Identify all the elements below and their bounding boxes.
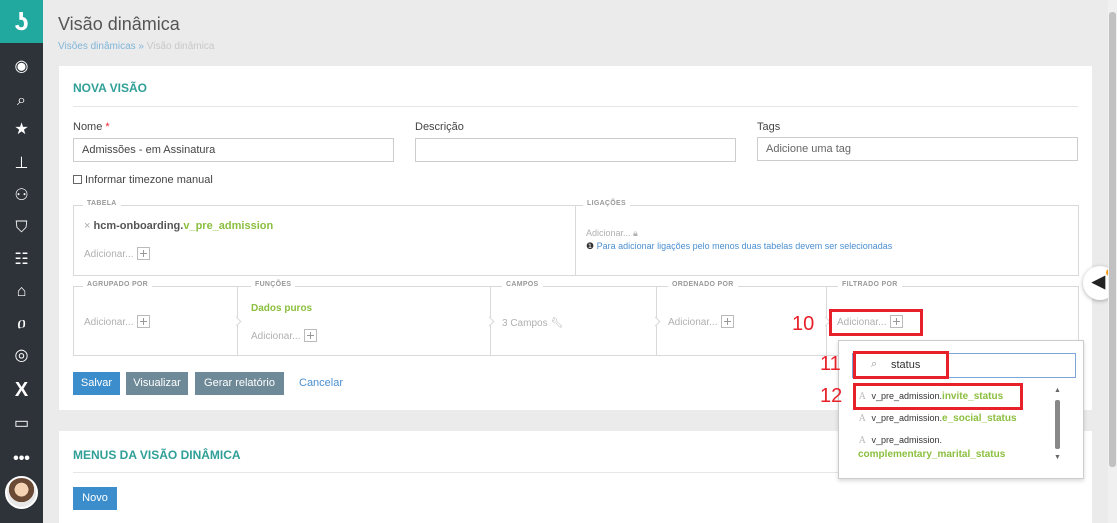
dropdown-item[interactable]: Av_pre_admission.e_social_status xyxy=(859,413,1017,424)
plus-icon xyxy=(137,315,151,328)
ligacoes-info: ❶ Para adicionar ligações pelo menos dua… xyxy=(586,241,893,251)
users-icon[interactable]: ⚇ xyxy=(0,183,43,209)
annotation-marker-12: 12 xyxy=(820,385,843,407)
monitor-icon[interactable]: ▭ xyxy=(0,411,43,437)
section-title-menus: MENUS DA VISÃO DINÂMICA xyxy=(73,448,241,462)
filtrado-legend: FILTRADO POR xyxy=(838,281,902,288)
highlight-search xyxy=(853,351,949,379)
timezone-label: Informar timezone manual xyxy=(85,174,213,186)
campos-legend: CAMPOS xyxy=(502,281,543,288)
x-icon[interactable]: X xyxy=(0,377,43,403)
wrench-icon: 🔧︎ xyxy=(550,318,564,329)
ligacoes-legend: LIGAÇÕES xyxy=(583,200,630,207)
search-icon[interactable]: ⌕ xyxy=(0,88,43,114)
org-chart-icon[interactable]: ⊥ xyxy=(0,151,43,177)
scroll-down-icon[interactable]: ▼ xyxy=(1054,454,1061,461)
timezone-checkbox[interactable] xyxy=(73,175,82,184)
dropdown-item-continued[interactable]: complementary_marital_status xyxy=(858,449,1005,460)
breadcrumb-separator: » xyxy=(138,41,144,52)
section-divider xyxy=(73,106,1078,107)
add-link-button[interactable]: Adicionar... 🔒︎ xyxy=(586,228,638,239)
plus-icon xyxy=(137,247,151,260)
group-icon[interactable]: ☷ xyxy=(0,247,43,273)
add-group-button[interactable]: Adicionar... xyxy=(84,315,151,329)
report-button[interactable]: Gerar relatório xyxy=(195,372,284,395)
info-icon: ❶ xyxy=(586,241,595,251)
breadcrumb-link[interactable]: Visões dinâmicas xyxy=(58,41,136,52)
cancel-link[interactable]: Cancelar xyxy=(299,377,343,389)
hands-icon[interactable]: ዐ xyxy=(0,311,43,337)
ordenado-legend: ORDENADO POR xyxy=(668,281,738,288)
plus-icon xyxy=(721,315,735,328)
annotation-marker-11: 11 xyxy=(820,353,841,375)
dropdown-item[interactable]: Av_pre_admission. xyxy=(859,435,942,446)
dropdown-scrollbar[interactable] xyxy=(1055,400,1060,449)
tabela-legend: TABELA xyxy=(83,200,121,207)
tables-divider xyxy=(575,205,576,276)
user-avatar[interactable] xyxy=(5,476,38,509)
selected-table: × hcm-onboarding.v_pre_admission xyxy=(84,220,274,232)
agrupado-legend: AGRUPADO POR xyxy=(83,281,153,288)
add-function-button[interactable]: Adicionar... xyxy=(251,329,318,343)
text-type-icon: A xyxy=(859,436,866,446)
user-circle-icon[interactable]: ◉ xyxy=(0,54,43,80)
add-order-button[interactable]: Adicionar... xyxy=(668,315,735,329)
breadcrumb-current: Visão dinâmica xyxy=(146,41,215,52)
plus-icon xyxy=(304,329,318,342)
megaphone-icon: ◀ xyxy=(1092,272,1106,291)
description-input[interactable] xyxy=(415,138,736,162)
scrollbar-thumb[interactable] xyxy=(1109,12,1116,467)
scroll-up-icon[interactable]: ▲ xyxy=(1054,387,1061,394)
functions-value[interactable]: Dados puros xyxy=(251,303,312,314)
tables-panel xyxy=(73,205,1079,276)
name-label: Nome * xyxy=(73,121,110,133)
page-scrollbar[interactable] xyxy=(1108,0,1117,523)
target-icon[interactable]: ◎ xyxy=(0,343,43,369)
preview-button[interactable]: Visualizar xyxy=(126,372,188,395)
app-logo[interactable]: ʖ xyxy=(0,0,43,43)
tags-input[interactable] xyxy=(757,137,1078,161)
lock-icon: 🔒︎ xyxy=(633,228,638,238)
building-icon[interactable]: ⌂ xyxy=(0,279,43,305)
sidebar: ʖ ◉ ⌕ ★ ⊥ ⚇ ⛉ ☷ ⌂ ዐ ◎ X ▭ ••• xyxy=(0,0,43,523)
description-label: Descrição xyxy=(415,121,464,133)
tags-label: Tags xyxy=(757,121,781,133)
remove-table-icon[interactable]: × xyxy=(84,220,90,232)
page-title: Visão dinâmica xyxy=(58,14,180,34)
fields-button[interactable]: 3 Campos 🔧︎ xyxy=(502,318,563,329)
more-icon[interactable]: ••• xyxy=(0,446,43,472)
menus-divider xyxy=(73,472,843,473)
annotation-marker-10: 10 xyxy=(792,313,815,335)
funcoes-legend: FUNÇÕES xyxy=(251,281,296,288)
highlight-add-filter xyxy=(829,309,923,336)
save-button[interactable]: Salvar xyxy=(73,372,120,395)
highlight-invite-status xyxy=(853,383,1023,410)
star-icon[interactable]: ★ xyxy=(0,117,43,143)
add-table-button[interactable]: Adicionar... xyxy=(84,247,151,261)
new-menu-button[interactable]: Novo xyxy=(73,487,117,510)
breadcrumb: Visões dinâmicas » Visão dinâmica xyxy=(58,41,214,52)
section-title-nova-visao: NOVA VISÃO xyxy=(73,81,148,95)
shield-icon[interactable]: ⛉ xyxy=(0,215,43,241)
text-type-icon: A xyxy=(859,414,866,424)
name-input[interactable] xyxy=(73,138,394,162)
